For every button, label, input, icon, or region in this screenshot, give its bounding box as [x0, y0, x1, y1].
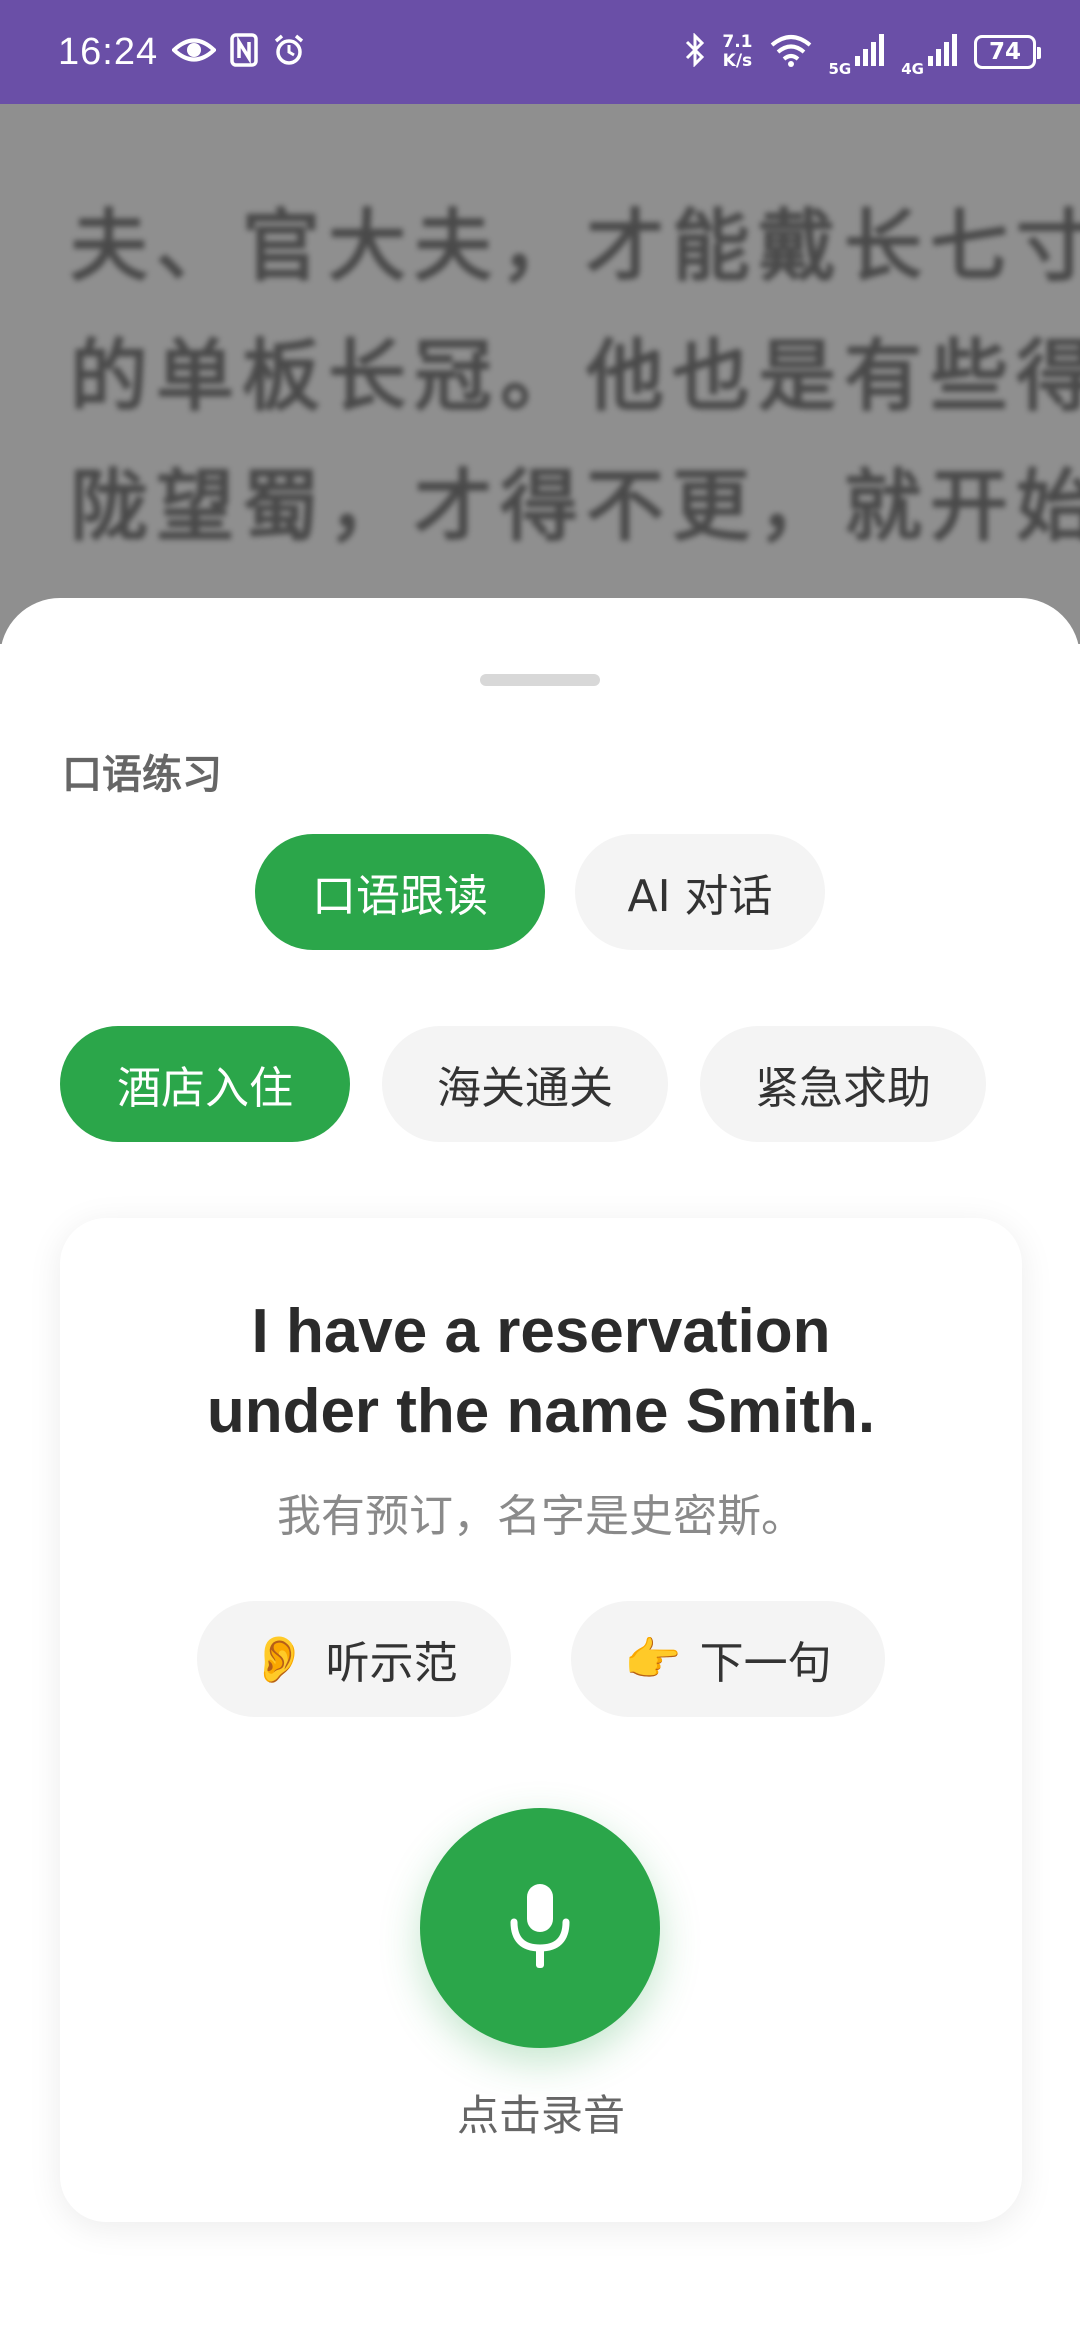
listen-demo-button[interactable]: 👂 听示范	[197, 1601, 511, 1717]
tab-read-along[interactable]: 口语跟读	[255, 834, 545, 950]
reader-line: 陇望蜀，才得不更，就开始	[70, 461, 1080, 552]
practice-card: I have a reservation under the name Smit…	[60, 1218, 1022, 2222]
status-bar: 16:24 7.1 K/s 5G 4G 74	[0, 0, 1080, 104]
network-4g-label: 4G	[901, 60, 924, 78]
wifi-icon	[769, 33, 813, 71]
signal-icon	[855, 34, 885, 70]
sentence-english-line: under the name Smith.	[206, 1377, 876, 1446]
reader-line: 的单板长冠。他也是有些得	[70, 331, 1080, 422]
sheet-title: 口语练习	[62, 752, 222, 798]
battery-indicator: 74	[974, 35, 1041, 69]
scene-tab-emergency[interactable]: 紧急求助	[700, 1026, 986, 1142]
tab-ai-dialogue[interactable]: AI 对话	[575, 834, 825, 950]
network-speed-unit: K/s	[722, 51, 753, 71]
sheet-drag-handle[interactable]	[480, 674, 600, 686]
eye-icon	[171, 35, 217, 69]
battery-level: 74	[988, 39, 1021, 65]
reader-background[interactable]: 夫、官大夫，才能戴长七寸 的单板长冠。他也是有些得 陇望蜀，才得不更，就开始	[0, 104, 1080, 644]
scene-tab-hotel-checkin[interactable]: 酒店入住	[60, 1026, 350, 1142]
record-hint: 点击录音	[456, 2091, 625, 2140]
alarm-icon	[272, 33, 306, 71]
record-button[interactable]	[420, 1808, 660, 2048]
status-time: 16:24	[58, 30, 159, 73]
listen-demo-label: 听示范	[325, 1638, 458, 1689]
sentence-english: I have a reservation under the name Smit…	[60, 1292, 1022, 1452]
network-speed: 7.1 K/s	[722, 33, 752, 71]
sentence-english-line: I have a reservation	[251, 1297, 831, 1366]
network-5g-label: 5G	[828, 60, 852, 78]
sentence-translation: 我有预订，名字是史密斯。	[277, 1491, 805, 1542]
reader-text: 夫、官大夫，才能戴长七寸 的单板长冠。他也是有些得 陇望蜀，才得不更，就开始	[70, 184, 1080, 574]
bluetooth-icon	[684, 32, 706, 71]
ear-icon: 👂	[250, 1631, 308, 1686]
nfc-icon	[230, 33, 258, 71]
next-sentence-button[interactable]: 👉 下一句	[571, 1601, 885, 1717]
reader-line: 夫、官大夫，才能戴长七寸	[70, 201, 1080, 292]
microphone-icon	[507, 1882, 573, 1974]
network-speed-value: 7.1	[722, 32, 753, 52]
next-sentence-label: 下一句	[699, 1638, 832, 1689]
scene-tab-customs[interactable]: 海关通关	[382, 1026, 668, 1142]
signal-icon	[928, 34, 958, 70]
pointing-hand-icon: 👉	[624, 1631, 682, 1686]
